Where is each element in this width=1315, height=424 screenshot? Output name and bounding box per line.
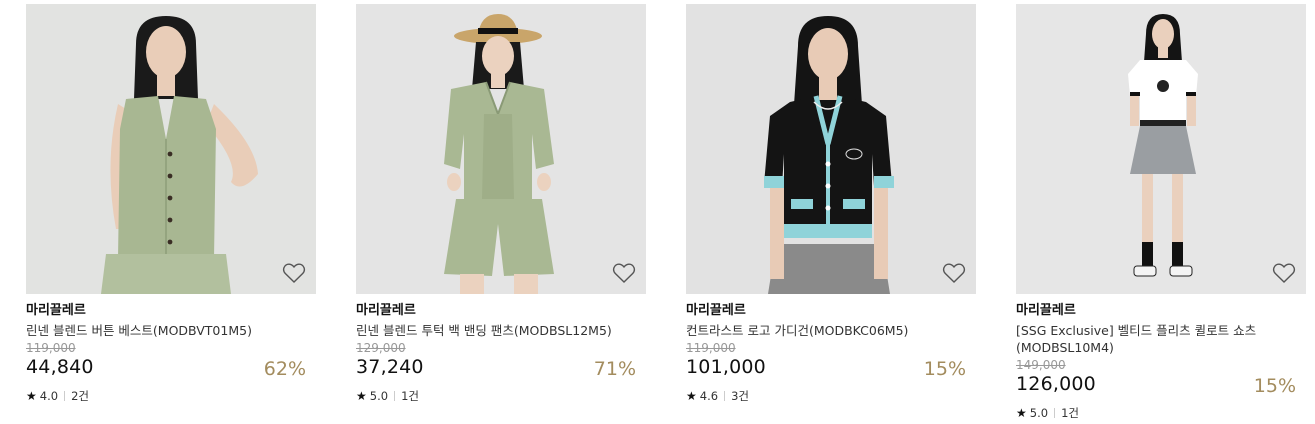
product-card[interactable]: 마리끌레르 린넨 블렌드 투턱 백 밴딩 팬츠(MODBSL12M5) 129,… [356, 4, 646, 403]
product-name[interactable]: [SSG Exclusive] 벨티드 플리츠 퀼로트 쇼츠(MODBSL10M… [1016, 322, 1286, 356]
review-count: 2건 [71, 389, 89, 403]
star-icon: ★ [356, 389, 367, 403]
rating-value: 5.0 [1029, 406, 1049, 420]
rating-summary[interactable]: ★ 5.0 1건 [1016, 406, 1306, 420]
discount-rate: 15% [923, 358, 966, 380]
brand-name[interactable]: 마리끌레르 [1016, 303, 1306, 319]
discount-rate: 62% [263, 358, 306, 380]
price-block: 129,000 37,240 71% [356, 341, 646, 381]
product-image[interactable] [26, 4, 316, 294]
rating-summary[interactable]: ★ 4.0 2건 [26, 389, 316, 403]
review-count: 1건 [1061, 406, 1079, 420]
price-block: 149,000 126,000 15% [1016, 358, 1306, 398]
product-image[interactable] [356, 4, 646, 294]
rating-value: 5.0 [369, 389, 389, 403]
divider [394, 391, 396, 401]
discount-rate: 71% [593, 358, 636, 380]
review-count: 3건 [731, 389, 749, 403]
divider [724, 391, 726, 401]
product-grid: 마리끌레르 린넨 블렌드 버튼 베스트(MODBVT01M5) 119,000 … [0, 0, 1315, 424]
product-photo-pants [356, 4, 646, 294]
brand-name[interactable]: 마리끌레르 [26, 303, 316, 319]
price-block: 119,000 101,000 15% [686, 341, 976, 381]
price-block: 119,000 44,840 62% [26, 341, 316, 381]
product-photo-vest [26, 4, 316, 294]
original-price: 119,000 [26, 341, 76, 355]
rating-summary[interactable]: ★ 4.6 3건 [686, 389, 976, 403]
product-photo-cardigan [686, 4, 976, 294]
product-image[interactable] [1016, 4, 1306, 294]
rating-value: 4.6 [699, 389, 719, 403]
product-card[interactable]: 마리끌레르 컨트라스트 로고 가디건(MODBKC06M5) 119,000 1… [686, 4, 976, 403]
product-name[interactable]: 컨트라스트 로고 가디건(MODBKC06M5) [686, 322, 956, 339]
star-icon: ★ [26, 389, 37, 403]
product-image[interactable] [686, 4, 976, 294]
wishlist-heart-icon[interactable] [1272, 262, 1296, 284]
star-icon: ★ [1016, 406, 1027, 420]
divider [64, 391, 66, 401]
review-count: 1건 [401, 389, 419, 403]
discount-rate: 15% [1253, 375, 1296, 397]
wishlist-heart-icon[interactable] [612, 262, 636, 284]
original-price: 149,000 [1016, 358, 1066, 372]
product-name[interactable]: 린넨 블렌드 투턱 백 밴딩 팬츠(MODBSL12M5) [356, 322, 626, 339]
product-card[interactable]: 마리끌레르 린넨 블렌드 버튼 베스트(MODBVT01M5) 119,000 … [26, 4, 316, 403]
rating-summary[interactable]: ★ 5.0 1건 [356, 389, 646, 403]
wishlist-heart-icon[interactable] [282, 262, 306, 284]
divider [1054, 408, 1056, 418]
star-icon: ★ [686, 389, 697, 403]
original-price: 119,000 [686, 341, 736, 355]
brand-name[interactable]: 마리끌레르 [686, 303, 976, 319]
original-price: 129,000 [356, 341, 406, 355]
product-photo-culotte-shorts [1016, 4, 1306, 294]
product-card[interactable]: 마리끌레르 [SSG Exclusive] 벨티드 플리츠 퀼로트 쇼츠(MOD… [1016, 4, 1306, 420]
rating-value: 4.0 [39, 389, 59, 403]
wishlist-heart-icon[interactable] [942, 262, 966, 284]
brand-name[interactable]: 마리끌레르 [356, 303, 646, 319]
product-name[interactable]: 린넨 블렌드 버튼 베스트(MODBVT01M5) [26, 322, 296, 339]
